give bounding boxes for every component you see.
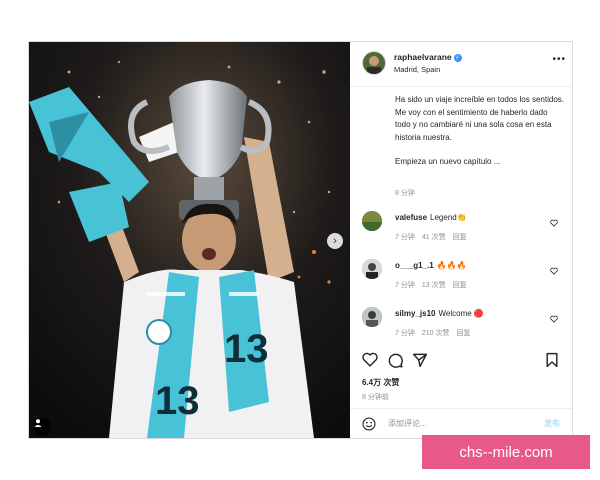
comment-username[interactable]: o___g1_.1: [395, 261, 434, 270]
heart-icon[interactable]: [550, 219, 558, 227]
caption-paragraph: Empieza un nuevo capítulo ...: [395, 157, 501, 166]
next-photo-arrow-icon[interactable]: ›: [327, 233, 343, 249]
post-photo[interactable]: 13 13 ›: [29, 42, 350, 438]
post-comment-button[interactable]: 发布: [544, 418, 560, 429]
comment-likes[interactable]: 210 次赞: [422, 330, 450, 337]
comment-likes[interactable]: 41 次赞: [422, 234, 446, 241]
scarf-number-left: 13: [155, 379, 200, 423]
comment-bubble-icon[interactable]: [387, 352, 403, 368]
comment-text-row: o___g1_.1 🔥🔥🔥: [395, 261, 467, 270]
comment-item: silmy_js10 Welcome 🔴 7 分钟 210 次赞 回复: [362, 307, 572, 347]
verified-badge-icon: ✓: [453, 53, 462, 62]
comment-text-row: silmy_js10 Welcome 🔴: [395, 309, 484, 318]
caption-paragraph: Ha sido un viaje increíble en todos los …: [395, 95, 564, 142]
post-caption: Ha sido un viaje increíble en todos los …: [395, 94, 565, 169]
heart-icon[interactable]: [550, 315, 558, 323]
commenter-avatar[interactable]: [362, 211, 382, 231]
comment-text-row: valefuse Legend👏: [395, 213, 467, 222]
comment-username[interactable]: silmy_js10: [395, 309, 435, 318]
player-trophy-image: 13 13: [29, 42, 350, 438]
author-username-row[interactable]: raphaelvarane ✓: [394, 52, 462, 62]
emoji-icon[interactable]: [362, 417, 376, 431]
share-paper-plane-icon[interactable]: [412, 352, 428, 368]
post-card: 13 13 › raphaelvarane ✓ Madrid, Spain •••…: [28, 41, 573, 439]
comment-meta: 7 分钟 13 次赞 回复: [395, 280, 474, 290]
author-avatar[interactable]: [362, 51, 386, 75]
tagged-user-icon[interactable]: [33, 418, 51, 436]
heart-icon[interactable]: [550, 267, 558, 275]
comment-input[interactable]: [388, 416, 528, 431]
post-header: raphaelvarane ✓ Madrid, Spain •••: [350, 42, 572, 87]
commenter-avatar[interactable]: [362, 307, 382, 327]
reply-button[interactable]: 回复: [453, 234, 467, 241]
like-count[interactable]: 6.4万 次赞: [362, 377, 399, 388]
comment-time[interactable]: 7 分钟: [395, 234, 415, 241]
comment-time[interactable]: 7 分钟: [395, 282, 415, 289]
post-side-panel: raphaelvarane ✓ Madrid, Spain ••• Ha sido…: [350, 42, 572, 438]
like-heart-icon[interactable]: [362, 352, 378, 367]
watermark-label: chs-‐mile.com: [422, 435, 590, 469]
comment-text: Legend👏: [430, 213, 467, 222]
post-action-bar: [350, 350, 572, 370]
comment-meta: 7 分钟 210 次赞 回复: [395, 328, 477, 338]
comment-likes[interactable]: 13 次赞: [422, 282, 446, 289]
scarf-number-right: 13: [224, 327, 269, 371]
post-location[interactable]: Madrid, Spain: [394, 65, 440, 74]
comment-username[interactable]: valefuse: [395, 213, 427, 222]
commenter-avatar[interactable]: [362, 259, 382, 279]
save-bookmark-icon[interactable]: [545, 352, 559, 368]
post-timestamp[interactable]: 8 分钟前: [362, 392, 389, 402]
more-options-icon[interactable]: •••: [552, 54, 566, 65]
comment-item: valefuse Legend👏 7 分钟 41 次赞 回复: [362, 211, 572, 251]
comment-time[interactable]: 7 分钟: [395, 330, 415, 337]
comment-text: Welcome 🔴: [438, 309, 484, 318]
reply-button[interactable]: 回复: [453, 282, 467, 289]
reply-button[interactable]: 回复: [456, 330, 470, 337]
comment-meta: 7 分钟 41 次赞 回复: [395, 232, 474, 242]
comment-item: o___g1_.1 🔥🔥🔥 7 分钟 13 次赞 回复: [362, 259, 572, 299]
caption-timestamp: 8 分钟: [395, 190, 415, 197]
author-username[interactable]: raphaelvarane: [394, 52, 452, 62]
comment-text: 🔥🔥🔥: [436, 261, 467, 270]
